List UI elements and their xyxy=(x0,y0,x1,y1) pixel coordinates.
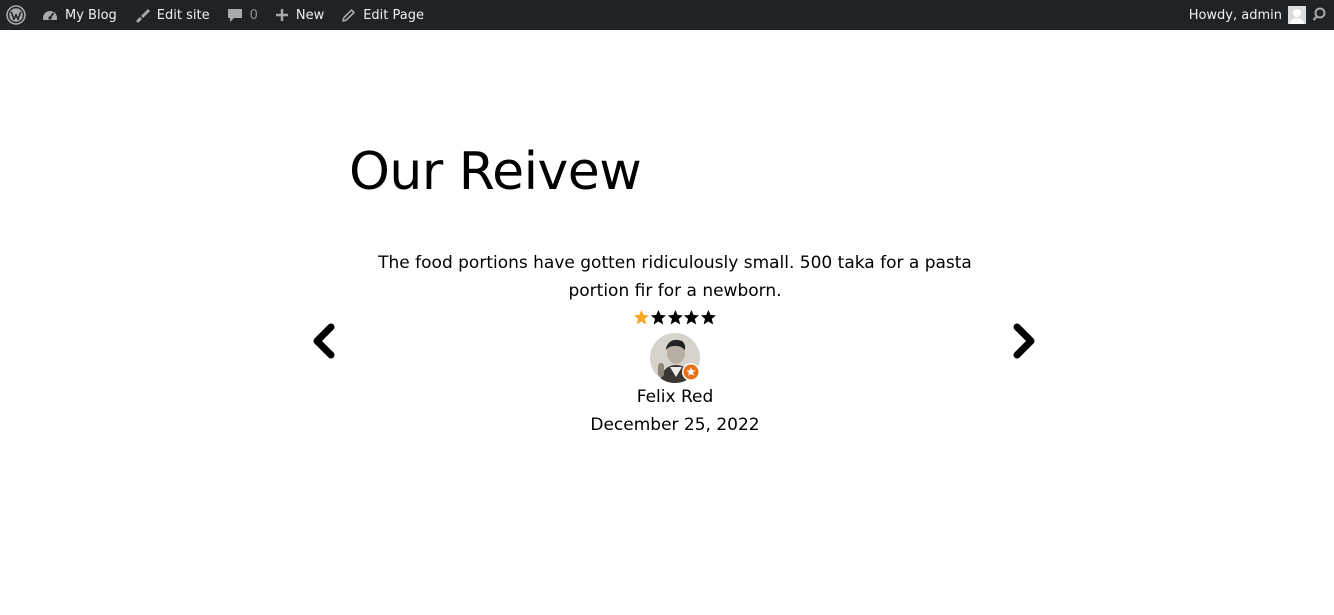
brush-icon xyxy=(135,9,150,23)
my-account-menu[interactable]: Howdy, admin xyxy=(1181,0,1312,30)
user-placeholder-icon xyxy=(1288,6,1306,24)
edit-page-link[interactable]: Edit Page xyxy=(332,0,432,30)
edit-site-label: Edit site xyxy=(156,7,210,23)
review-date: December 25, 2022 xyxy=(590,415,760,435)
section-title: Our Reivew xyxy=(349,142,642,202)
new-label: New xyxy=(295,7,325,23)
comments-count: 0 xyxy=(249,7,258,23)
reviewer-avatar xyxy=(650,333,700,383)
site-name-menu[interactable]: My Blog xyxy=(33,0,125,30)
carousel-next-button[interactable] xyxy=(1011,323,1037,359)
new-content-menu[interactable]: New xyxy=(266,0,332,30)
comments-link[interactable]: 0 xyxy=(218,0,266,30)
wordpress-logo-icon xyxy=(6,5,26,25)
carousel-prev-button[interactable] xyxy=(311,323,337,359)
admin-bar: My Blog Edit site 0 New Edit Page Howdy,… xyxy=(0,0,1334,30)
chevron-left-icon xyxy=(313,323,335,359)
admin-search-button[interactable] xyxy=(1312,0,1334,30)
site-name-label: My Blog xyxy=(65,7,117,23)
wordpress-menu[interactable] xyxy=(0,0,33,30)
star-empty-icon xyxy=(684,309,700,325)
reviewer-name: Felix Red xyxy=(636,387,714,407)
admin-bar-left: My Blog Edit site 0 New Edit Page xyxy=(0,0,432,30)
review-text: The food portions have gotten ridiculous… xyxy=(378,253,972,301)
star-empty-icon xyxy=(701,309,717,325)
star-rating xyxy=(633,309,717,327)
admin-avatar xyxy=(1288,6,1306,24)
admin-bar-right: Howdy, admin xyxy=(1181,0,1334,30)
howdy-label: Howdy, admin xyxy=(1188,7,1282,23)
chevron-right-icon xyxy=(1013,323,1035,359)
star-empty-icon xyxy=(650,309,666,325)
pencil-icon xyxy=(342,8,356,22)
search-icon xyxy=(1312,7,1326,21)
star-filled-icon xyxy=(633,309,649,325)
comment-icon xyxy=(227,9,242,22)
reviewer-photo xyxy=(650,333,700,383)
plus-icon xyxy=(275,9,288,21)
dashboard-icon xyxy=(43,11,57,20)
star-empty-icon xyxy=(667,309,683,325)
edit-page-label: Edit Page xyxy=(363,7,424,23)
edit-site-link[interactable]: Edit site xyxy=(125,0,218,30)
